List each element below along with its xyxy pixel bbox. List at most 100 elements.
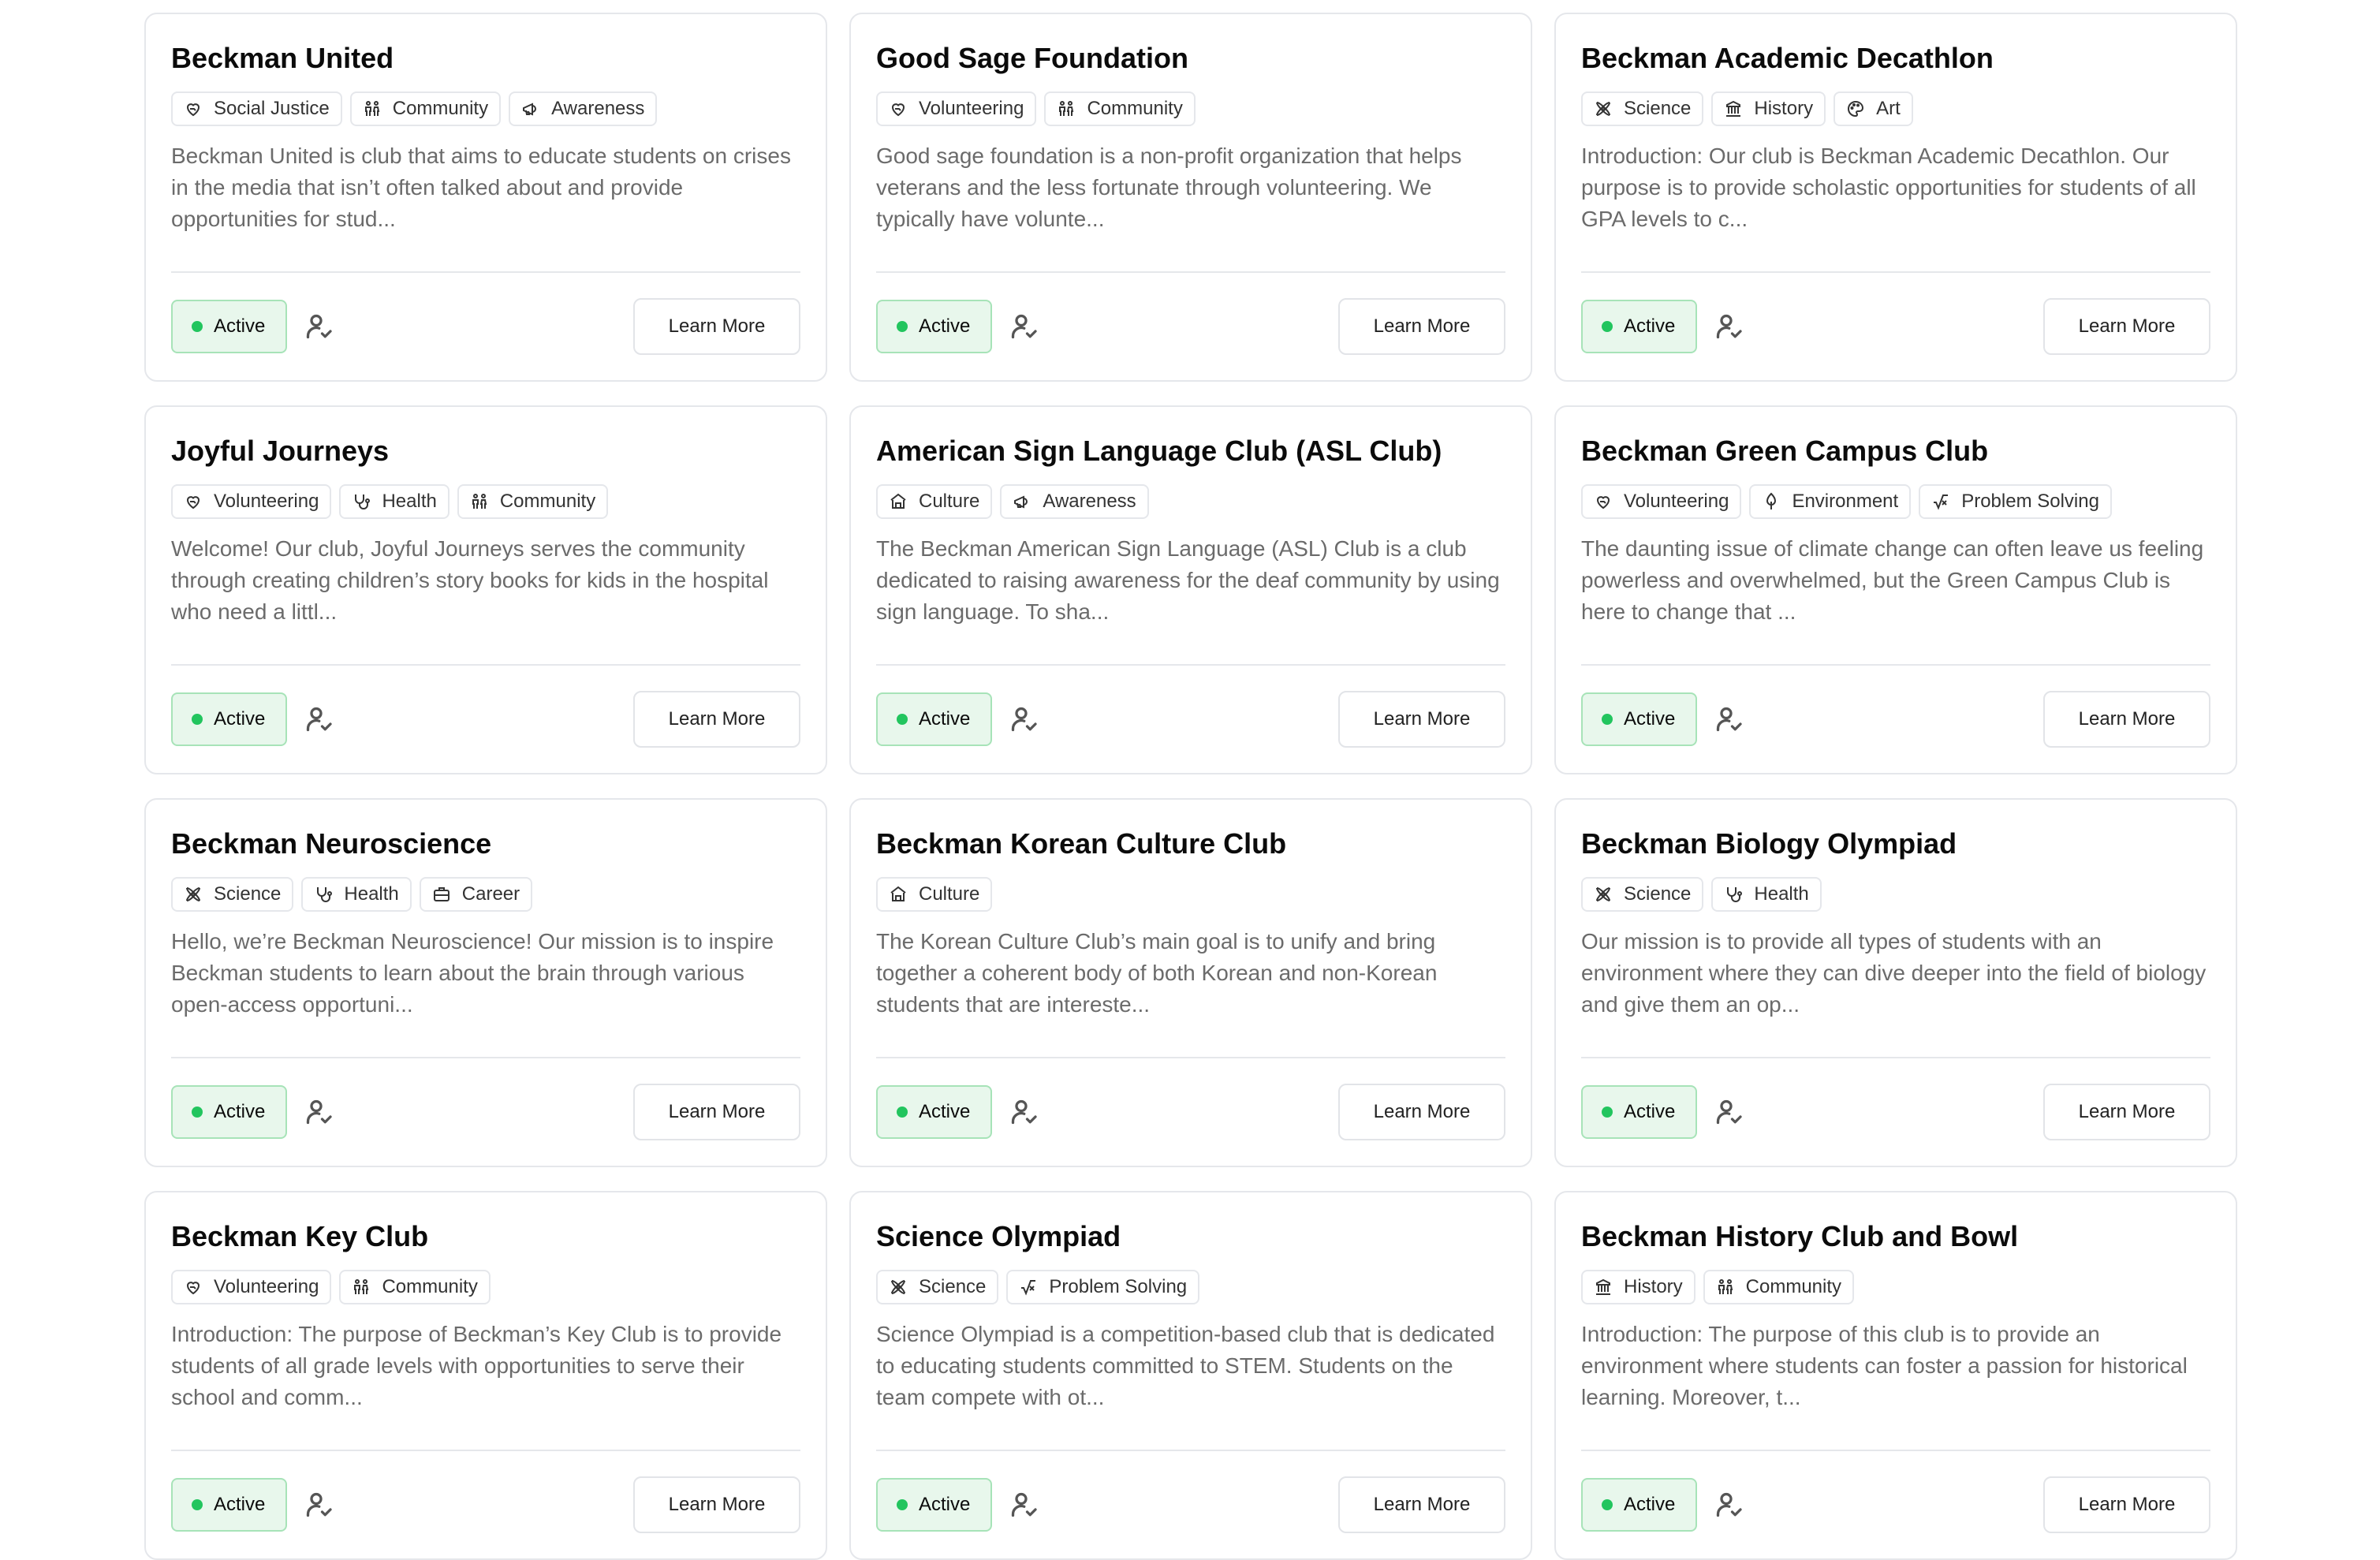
status-badge: Active [1581, 1085, 1698, 1139]
card-footer: Active Learn More [171, 1476, 800, 1533]
status-label: Active [919, 1101, 971, 1122]
tag-label: Volunteering [214, 491, 319, 512]
heart-hand-icon [186, 496, 200, 509]
tag: Volunteering [171, 484, 332, 519]
club-card: Beckman Neuroscience Science Health Care… [144, 798, 827, 1167]
user-check-icon[interactable] [1009, 705, 1038, 733]
learn-more-button[interactable]: Learn More [1338, 298, 1505, 355]
divider [171, 1057, 800, 1058]
tag-label: Volunteering [1624, 491, 1729, 512]
tag: History [1581, 1270, 1695, 1304]
tag: Career [419, 877, 533, 912]
people-icon [354, 1279, 369, 1294]
people-icon [472, 494, 487, 509]
club-title: Beckman Academic Decathlon [1581, 42, 1994, 74]
status-badge: Active [171, 300, 288, 353]
divider [1581, 664, 2210, 666]
tag: Social Justice [171, 91, 342, 126]
status-dot [192, 714, 203, 725]
briefcase-icon [433, 887, 450, 901]
club-card: Science Olympiad Science Problem Solving… [849, 1191, 1532, 1560]
tag-list: Volunteering Community [171, 1270, 800, 1306]
club-description: The Korean Culture Club’s main goal is t… [876, 929, 1438, 1017]
atom-icon [186, 887, 200, 901]
learn-more-button[interactable]: Learn More [2043, 1084, 2210, 1140]
user-check-icon[interactable] [304, 312, 333, 341]
card-footer: Active Learn More [171, 298, 800, 355]
tag-list: Science History Art [1581, 91, 2210, 128]
divider [1581, 1057, 2210, 1058]
divider [876, 271, 1505, 273]
tag-label: Community [1087, 98, 1183, 119]
status-badge: Active [171, 1478, 288, 1532]
tag: Art [1833, 91, 1913, 126]
learn-more-button[interactable]: Learn More [2043, 1476, 2210, 1533]
user-check-icon[interactable] [1714, 1491, 1743, 1519]
status-dot [897, 1499, 908, 1510]
tag: Awareness [1000, 484, 1149, 519]
tag: Community [1044, 91, 1196, 126]
learn-more-button[interactable]: Learn More [1338, 1476, 1505, 1533]
status-badge: Active [876, 692, 993, 746]
atom-icon [1596, 887, 1610, 901]
tag-label: History [1754, 98, 1814, 119]
tag-list: Science Health [1581, 877, 2210, 913]
card-footer: Active Learn More [1581, 1084, 2210, 1140]
learn-more-button[interactable]: Learn More [633, 298, 800, 355]
user-check-icon[interactable] [1009, 312, 1038, 341]
learn-more-button[interactable]: Learn More [2043, 691, 2210, 748]
temple-icon [890, 493, 906, 509]
user-check-icon[interactable] [304, 1098, 333, 1126]
club-description: The Beckman American Sign Language (ASL)… [876, 536, 1500, 624]
club-description: Hello, we’re Beckman Neuroscience! Our m… [171, 929, 774, 1017]
tree-icon [1766, 492, 1777, 509]
club-description: Introduction: The purpose of this club i… [1581, 1322, 2188, 1409]
tag-label: Health [344, 883, 399, 905]
status-badge: Active [171, 692, 288, 746]
club-title: Beckman Key Club [171, 1220, 429, 1252]
user-check-icon[interactable] [1714, 705, 1743, 733]
tag-list: Volunteering Environment Problem Solving [1581, 484, 2210, 521]
status-label: Active [1624, 1101, 1676, 1122]
club-title: Beckman History Club and Bowl [1581, 1220, 2019, 1252]
status-dot [1602, 1499, 1613, 1510]
card-footer: Active Learn More [171, 1084, 800, 1140]
status-badge: Active [1581, 1478, 1698, 1532]
tag: Science [876, 1270, 999, 1304]
divider [171, 1450, 800, 1451]
tag-label: Culture [919, 491, 980, 512]
user-check-icon[interactable] [304, 1491, 333, 1519]
tag: Problem Solving [1006, 1270, 1200, 1304]
learn-more-button[interactable]: Learn More [633, 691, 800, 748]
building-icon [1726, 100, 1741, 117]
user-check-icon[interactable] [1714, 1098, 1743, 1126]
user-check-icon[interactable] [1714, 312, 1743, 341]
club-title: Beckman Korean Culture Club [876, 827, 1287, 860]
tag-label: Problem Solving [1049, 1276, 1188, 1297]
heart-hand-icon [891, 103, 905, 117]
heart-hand-icon [186, 1282, 200, 1295]
learn-more-button[interactable]: Learn More [1338, 691, 1505, 748]
tag: Science [1581, 91, 1704, 126]
user-check-icon[interactable] [304, 705, 333, 733]
learn-more-button[interactable]: Learn More [2043, 298, 2210, 355]
divider [1581, 1450, 2210, 1451]
status-label: Active [214, 1494, 266, 1515]
tag-label: Volunteering [214, 1276, 319, 1297]
club-card: American Sign Language Club (ASL Club) C… [849, 405, 1532, 774]
card-footer: Active Learn More [876, 1476, 1505, 1533]
user-check-icon[interactable] [1009, 1098, 1038, 1126]
learn-more-button[interactable]: Learn More [1338, 1084, 1505, 1140]
card-footer: Active Learn More [876, 691, 1505, 748]
user-check-icon[interactable] [1009, 1491, 1038, 1519]
learn-more-button[interactable]: Learn More [633, 1476, 800, 1533]
status-label: Active [1624, 1494, 1676, 1515]
card-footer: Active Learn More [876, 1084, 1505, 1140]
tag-list: History Community [1581, 1270, 2210, 1306]
status-badge: Active [1581, 692, 1698, 746]
divider [876, 1450, 1505, 1451]
learn-more-button[interactable]: Learn More [633, 1084, 800, 1140]
tag: Volunteering [876, 91, 1037, 126]
stethoscope-icon [317, 887, 333, 902]
square-root-icon [1934, 494, 1949, 510]
